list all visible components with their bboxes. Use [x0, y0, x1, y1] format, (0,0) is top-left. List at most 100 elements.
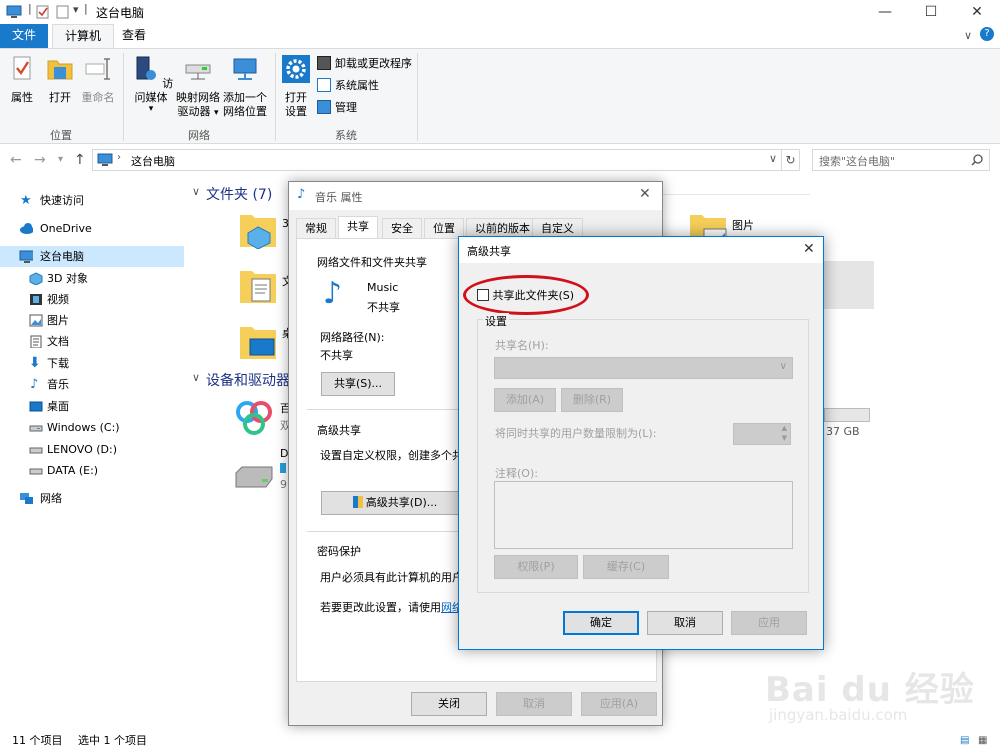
ribbon-expand-icon[interactable]: ∨ [964, 29, 972, 42]
remove-share-button[interactable]: 删除(R) [561, 388, 623, 412]
close-window-button[interactable]: ✕ [954, 0, 1000, 24]
open-settings-button[interactable]: 打开 设置 [280, 55, 312, 119]
dropdown-arrow-icon: ▾ [148, 104, 154, 114]
permissions-button[interactable]: 权限(P) [494, 555, 578, 579]
rename-icon [85, 58, 110, 80]
ok-button[interactable]: 确定 [563, 611, 639, 635]
nav-item-desktop[interactable]: 桌面 [0, 396, 184, 417]
access-media-button[interactable]: 访问媒体 ▾ [127, 55, 175, 114]
nav-item-onedrive[interactable]: OneDrive [0, 218, 184, 239]
nav-item-pictures[interactable]: 图片 [0, 310, 184, 331]
stepper-up-icon[interactable]: ▲ [782, 424, 787, 432]
minimize-button[interactable]: — [862, 0, 908, 24]
folder-documents-icon[interactable] [238, 265, 278, 305]
tab-security[interactable]: 安全 [382, 218, 422, 238]
advanced-sharing-title-bar[interactable]: 高级共享 ✕ [459, 237, 823, 263]
comment-textarea[interactable] [494, 481, 793, 549]
network-sharing-heading: 网络文件和文件夹共享 [317, 256, 427, 269]
forward-arrow-icon[interactable]: → [34, 152, 46, 168]
user-limit-stepper[interactable]: ▲ ▼ [733, 423, 791, 445]
address-field[interactable]: › 这台电脑 ∨ [92, 149, 782, 171]
tab-location[interactable]: 位置 [424, 218, 464, 238]
properties-quick-icon[interactable] [36, 5, 49, 19]
map-network-drive-button[interactable]: 映射网络 驱动器 ▾ [176, 55, 220, 120]
open-button[interactable]: 打开 [44, 55, 76, 105]
collapse-folders-icon[interactable]: ∨ [192, 185, 200, 198]
advanced-sharing-title: 高级共享 [467, 245, 511, 258]
ribbon: 属性 打开 重命名 位置 访问媒体 ▾ 映射网络 驱动器 ▾ 添加一个 网络位置 [0, 48, 1000, 144]
nav-item-drive-c[interactable]: Windows (C:) [0, 417, 184, 438]
apply-button[interactable]: 应用(A) [581, 692, 657, 716]
rename-button[interactable]: 重命名 [78, 55, 118, 105]
nav-item-music[interactable]: ♪ 音乐 [0, 374, 184, 395]
maximize-button[interactable]: ☐ [908, 0, 954, 24]
tab-general[interactable]: 常规 [296, 218, 336, 238]
properties-title-bar[interactable]: ♪ 音乐 属性 ✕ [289, 182, 662, 210]
share-name-select[interactable]: ∨ [494, 357, 793, 379]
folder-3d-objects-icon[interactable] [238, 209, 278, 249]
tiles-view-icon[interactable]: ▦ [978, 730, 987, 752]
network-icon [20, 493, 33, 504]
divider-icon: | [28, 2, 32, 15]
cancel-button[interactable]: 取消 [647, 611, 723, 635]
properties-button[interactable]: 属性 [6, 55, 38, 105]
nav-item-drive-d[interactable]: LENOVO (D:) [0, 439, 184, 460]
nav-item-videos[interactable]: 视频 [0, 289, 184, 310]
tab-view[interactable]: 查看 [110, 24, 158, 48]
close-icon[interactable]: ✕ [639, 186, 651, 202]
new-folder-quick-icon[interactable] [56, 5, 69, 19]
divider-icon: | [84, 2, 88, 15]
close-icon[interactable]: ✕ [803, 241, 815, 257]
stepper-down-icon[interactable]: ▼ [782, 434, 787, 442]
nav-item-this-pc[interactable]: 这台电脑 [0, 246, 184, 267]
devices-section-header[interactable]: 设备和驱动器 [206, 370, 290, 390]
music-note-icon: ♪ [30, 377, 39, 392]
breadcrumb-chevron-icon[interactable]: › [117, 152, 121, 163]
password-protection-description: 用户必须具有此计算机的用户 [320, 571, 463, 584]
nav-item-quick-access[interactable]: ★ 快速访问 [0, 190, 184, 211]
system-properties-button[interactable]: 系统属性 [317, 76, 379, 96]
tab-customize[interactable]: 自定义 [532, 218, 583, 238]
up-arrow-icon[interactable]: ↑ [74, 152, 86, 168]
nav-item-downloads[interactable]: ⬇ 下载 [0, 353, 184, 374]
add-network-location-button[interactable]: 添加一个 网络位置 [222, 55, 268, 119]
apply-button[interactable]: 应用 [731, 611, 807, 635]
back-arrow-icon[interactable]: ← [10, 152, 22, 168]
cancel-button[interactable]: 取消 [496, 692, 572, 716]
nav-item-drive-e[interactable]: DATA (E:) [0, 460, 184, 481]
hard-drive-icon[interactable] [234, 465, 274, 489]
manage-button[interactable]: 管理 [317, 98, 357, 118]
advanced-sharing-button[interactable]: 高级共享(D)... [321, 491, 461, 515]
tab-file[interactable]: 文件 [0, 24, 48, 48]
uninstall-program-button[interactable]: 卸载或更改程序 [317, 54, 412, 74]
recent-locations-icon[interactable]: ▾ [58, 154, 63, 165]
details-view-icon[interactable]: ▤ [960, 730, 969, 752]
baidu-netdisk-icon[interactable] [234, 397, 274, 437]
tab-sharing[interactable]: 共享 [338, 216, 378, 239]
help-icon[interactable]: ? [980, 27, 994, 41]
tab-previous-versions[interactable]: 以前的版本 [466, 218, 539, 238]
refresh-button[interactable]: ↻ [782, 149, 800, 171]
nav-item-documents[interactable]: 文档 [0, 331, 184, 352]
nav-item-network[interactable]: 网络 [0, 488, 184, 509]
address-dropdown-icon[interactable]: ∨ [769, 152, 777, 165]
dropdown-arrow-icon: ▾ [213, 108, 219, 118]
tab-computer[interactable]: 计算机 [52, 24, 115, 49]
customize-quick-access-icon[interactable]: ▾ [73, 3, 79, 16]
drive-icon [29, 447, 43, 454]
refresh-icon: ↻ [785, 153, 796, 167]
caching-button[interactable]: 缓存(C) [583, 555, 669, 579]
folders-section-header[interactable]: 文件夹 (7) [206, 184, 272, 204]
collapse-devices-icon[interactable]: ∨ [192, 371, 200, 384]
video-icon [30, 294, 42, 305]
close-button[interactable]: 关闭 [411, 692, 487, 716]
search-input[interactable]: 搜索"这台电脑" [812, 149, 990, 171]
folder-desktop-icon[interactable] [238, 321, 278, 361]
properties-title: 音乐 属性 [315, 191, 363, 204]
uac-shield-icon [352, 496, 363, 508]
nav-item-3d-objects[interactable]: 3D 对象 [0, 268, 184, 289]
breadcrumb-this-pc[interactable]: 这台电脑 [131, 153, 175, 169]
chevron-down-icon: ∨ [779, 361, 787, 372]
add-share-button[interactable]: 添加(A) [494, 388, 556, 412]
share-button[interactable]: 共享(S)... [321, 372, 395, 396]
